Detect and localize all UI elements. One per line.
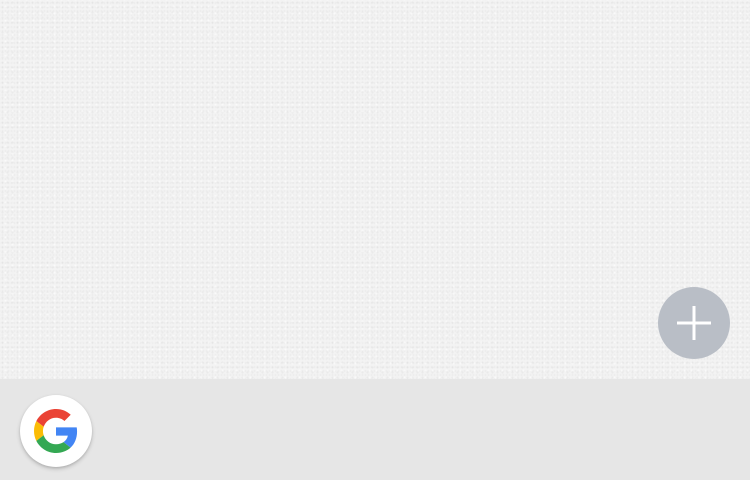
home-screen-canvas: [0, 0, 750, 379]
add-button[interactable]: [658, 287, 730, 359]
google-search-button[interactable]: [20, 395, 92, 467]
bottom-bar: [0, 379, 750, 480]
google-g-logo-icon: [34, 409, 78, 453]
plus-icon: [677, 306, 711, 340]
